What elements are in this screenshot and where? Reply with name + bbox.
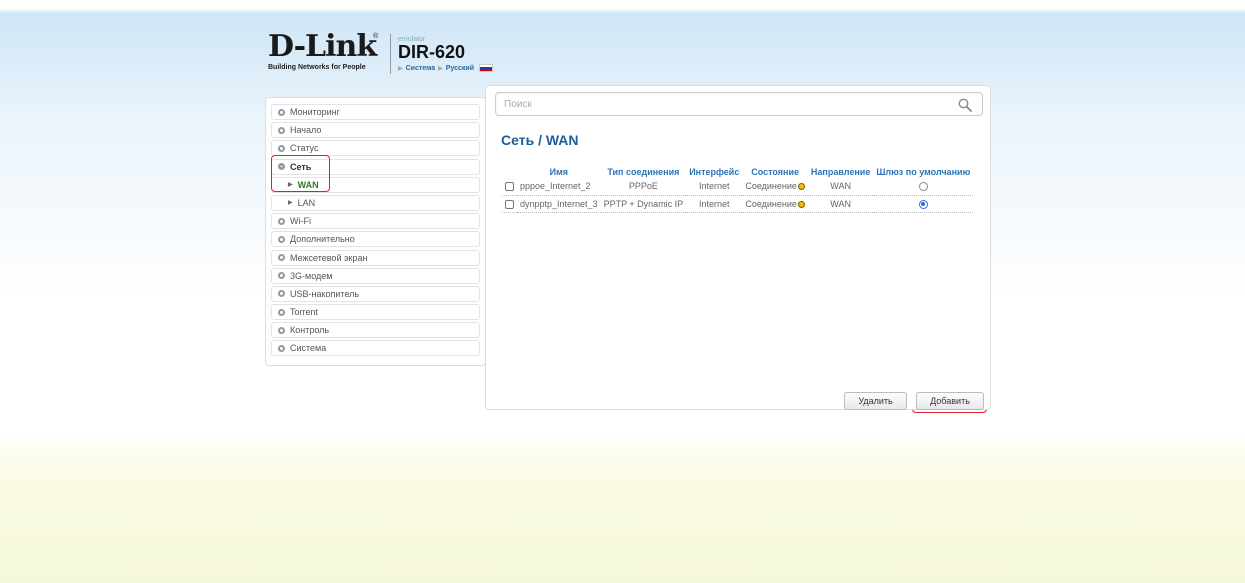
row-select-cell bbox=[502, 178, 517, 196]
default-gateway-cell bbox=[873, 178, 974, 196]
sidebar-item-start[interactable]: Начало bbox=[271, 122, 480, 139]
bullet-icon bbox=[278, 254, 285, 261]
column-header-name[interactable]: Имя bbox=[517, 165, 601, 178]
table-row[interactable]: pppoe_Internet_2 PPPoE Internet Соединен… bbox=[502, 178, 974, 196]
status-text: Соединение bbox=[745, 181, 797, 192]
bullet-icon bbox=[278, 108, 285, 116]
sidebar-item-label: USB-накопитель bbox=[290, 288, 360, 299]
sidebar-item-label: Wi-Fi bbox=[290, 216, 311, 227]
connection-interface: Internet bbox=[686, 195, 743, 213]
bullet-icon bbox=[278, 290, 285, 298]
table-row[interactable]: dynpptp_Internet_3 PPTP + Dynamic IP Int… bbox=[502, 195, 974, 213]
connection-direction: WAN bbox=[807, 195, 874, 213]
search-icon[interactable] bbox=[957, 97, 973, 113]
sidebar-item-firewall[interactable]: Межсетевой экран bbox=[271, 249, 480, 266]
default-gateway-radio[interactable] bbox=[918, 182, 928, 192]
add-button[interactable]: Добавить bbox=[916, 392, 984, 410]
sidebar-item-status[interactable]: Статус bbox=[271, 140, 480, 157]
sidebar-item-label: 3G-модем bbox=[290, 270, 333, 281]
connection-name[interactable]: dynpptp_Internet_3 bbox=[517, 195, 601, 213]
sidebar-item-wifi[interactable]: Wi-Fi bbox=[271, 213, 480, 230]
header-divider bbox=[390, 34, 391, 74]
bullet-icon bbox=[278, 217, 285, 225]
status-indicator-icon bbox=[797, 183, 805, 191]
sidebar-item-label: Начало bbox=[290, 125, 322, 136]
sidebar-item-torrent[interactable]: Torrent bbox=[271, 304, 480, 321]
sidebar-item-label: Мониторинг bbox=[290, 107, 340, 117]
row-checkbox[interactable] bbox=[505, 199, 514, 209]
row-checkbox[interactable] bbox=[505, 182, 514, 192]
page-title: Сеть / WAN bbox=[501, 132, 579, 148]
wan-connections-table: Имя Тип соединения Интерфейс Состояние Н… bbox=[502, 165, 974, 213]
bullet-icon bbox=[278, 144, 285, 152]
default-gateway-radio[interactable] bbox=[918, 199, 928, 209]
russian-flag-icon[interactable] bbox=[479, 64, 494, 72]
sidebar-item-monitoring[interactable]: Мониторинг bbox=[271, 104, 480, 120]
sidebar-item-label: Система bbox=[290, 343, 327, 354]
sidebar-item-control[interactable]: Контроль bbox=[271, 322, 480, 339]
logo-registered-mark: ® bbox=[373, 33, 379, 40]
connection-name[interactable]: pppoe_Internet_2 bbox=[517, 178, 601, 196]
table-header-row: Имя Тип соединения Интерфейс Состояние Н… bbox=[502, 165, 973, 178]
bullet-icon bbox=[278, 326, 285, 334]
sidebar-item-usb-storage[interactable]: USB-накопитель bbox=[271, 285, 480, 302]
sidebar-item-3g-modem[interactable]: 3G-модем bbox=[271, 267, 480, 284]
connection-type: PPTP + Dynamic IP bbox=[600, 195, 687, 213]
main-panel: Сеть / WAN Имя Тип соединения Интерфейс … bbox=[485, 85, 991, 410]
sidebar-item-label: Torrent bbox=[290, 307, 319, 318]
column-header-default-gateway[interactable]: Шлюз по умолчанию bbox=[873, 165, 973, 178]
sidebar-subitem-lan[interactable]: ▶ LAN bbox=[271, 194, 480, 211]
bullet-icon bbox=[278, 126, 285, 134]
logo-tagline: Building Networks for People bbox=[268, 64, 366, 71]
highlight-box-network-wan bbox=[271, 155, 330, 192]
sidebar-item-label: Контроль bbox=[290, 325, 330, 336]
arrow-right-icon: ▶ bbox=[438, 65, 443, 72]
connection-interface: Internet bbox=[686, 178, 743, 196]
header: D-Link ® Building Networks for People em… bbox=[268, 30, 568, 78]
delete-button[interactable]: Удалить bbox=[844, 392, 907, 410]
connection-type: PPPoE bbox=[600, 178, 687, 196]
search-input[interactable] bbox=[504, 97, 944, 111]
arrow-right-icon: ▶ bbox=[398, 65, 403, 72]
sidebar-item-label: Статус bbox=[290, 143, 319, 154]
triangle-right-icon: ▶ bbox=[288, 200, 293, 207]
breadcrumb-system[interactable]: Система bbox=[406, 65, 435, 72]
column-header-interface[interactable]: Интерфейс bbox=[686, 165, 742, 178]
sidebar-nav: Мониторинг Начало Статус Сеть ▶ WAN ▶ LAN … bbox=[265, 97, 486, 366]
column-header-direction[interactable]: Направление bbox=[808, 165, 873, 178]
model-name: DIR-620 bbox=[398, 42, 466, 62]
status-indicator-icon bbox=[797, 200, 805, 208]
dlink-logo[interactable]: D-Link bbox=[268, 30, 377, 64]
connection-direction: WAN bbox=[807, 178, 874, 196]
breadcrumb-language[interactable]: Русский bbox=[446, 65, 474, 72]
sidebar-item-label: Дополнительно bbox=[290, 234, 355, 245]
bullet-icon bbox=[278, 344, 285, 352]
sidebar-item-system[interactable]: Система bbox=[271, 340, 480, 357]
row-select-cell bbox=[502, 195, 517, 213]
column-header-select bbox=[502, 165, 517, 178]
connection-status: Соединение bbox=[742, 195, 808, 213]
sidebar-item-label: LAN bbox=[297, 197, 316, 208]
bullet-icon bbox=[278, 308, 285, 316]
connection-status: Соединение bbox=[742, 178, 808, 196]
bullet-icon bbox=[278, 272, 285, 280]
header-breadcrumb: ▶ Система ▶ Русский bbox=[398, 64, 494, 72]
column-header-connection-type[interactable]: Тип соединения bbox=[601, 165, 687, 178]
bullet-icon bbox=[278, 235, 285, 243]
sidebar-item-label: Межсетевой экран bbox=[290, 252, 368, 263]
sidebar-item-advanced[interactable]: Дополнительно bbox=[271, 231, 480, 248]
status-text: Соединение bbox=[745, 198, 797, 209]
default-gateway-cell bbox=[873, 195, 974, 213]
column-header-status[interactable]: Состояние bbox=[742, 165, 808, 178]
search-box bbox=[495, 92, 983, 116]
